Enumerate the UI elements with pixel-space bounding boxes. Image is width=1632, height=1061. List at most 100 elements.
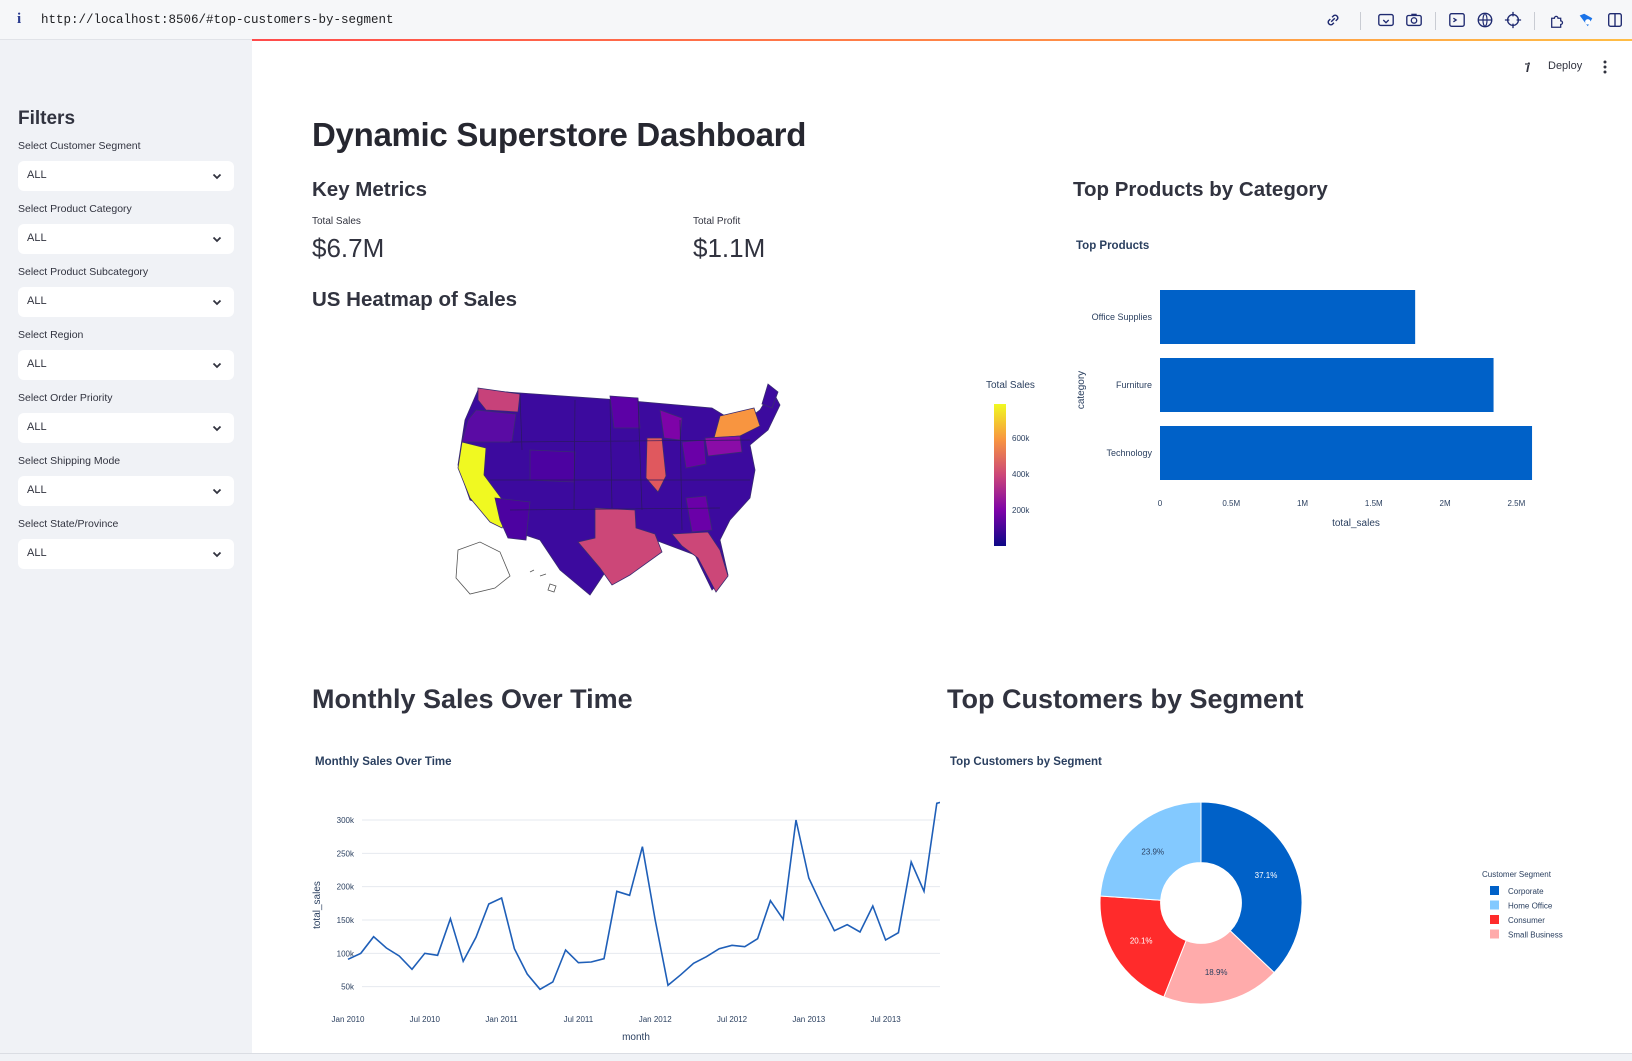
- filter-label: Select Product Category: [18, 203, 132, 215]
- x-tick-label: Jul 2012: [717, 1015, 748, 1024]
- y-tick-label: 200k: [337, 883, 355, 892]
- svg-text:i: i: [1526, 60, 1530, 75]
- sidebar-title: Filters: [18, 108, 76, 129]
- x-tick-label: Jan 2012: [639, 1015, 672, 1024]
- state-province-select[interactable]: ALL: [18, 539, 234, 569]
- bar[interactable]: [1160, 290, 1416, 344]
- crosshair-icon[interactable]: [1503, 10, 1523, 30]
- bar[interactable]: [1160, 426, 1533, 480]
- x-tick-label: Jul 2013: [870, 1015, 901, 1024]
- colorbar-tick: 200k: [1012, 506, 1030, 515]
- x-tick-label: Jan 2011: [485, 1015, 518, 1024]
- legend-label[interactable]: Small Business: [1508, 931, 1563, 940]
- bar-category-label: Furniture: [1116, 380, 1152, 390]
- browser-toolbar: [0, 10, 1632, 32]
- select-value: ALL: [27, 295, 47, 307]
- select-value: ALL: [27, 169, 47, 181]
- select-value: ALL: [27, 484, 47, 496]
- x-tick-label: 2.5M: [1507, 499, 1525, 508]
- product-category-select[interactable]: ALL: [18, 224, 234, 254]
- alaska-outline: [455, 541, 511, 595]
- window-bottom-edge: [0, 1053, 1632, 1061]
- us-heatmap-heading: US Heatmap of Sales: [312, 288, 518, 311]
- customer-segment-select[interactable]: ALL: [18, 161, 234, 191]
- select-value: ALL: [27, 232, 47, 244]
- filter-label: Select State/Province: [18, 518, 119, 530]
- shipping-mode-select[interactable]: ALL: [18, 476, 234, 506]
- colorbar-title: Total Sales: [986, 380, 1035, 391]
- legend-label[interactable]: Corporate: [1508, 887, 1544, 896]
- extension-icon[interactable]: [1548, 10, 1568, 30]
- globe-icon[interactable]: [1475, 10, 1495, 30]
- state-washington: [477, 387, 521, 413]
- top-customers-heading: Top Customers by Segment: [947, 684, 1304, 714]
- order-priority-select[interactable]: ALL: [18, 413, 234, 443]
- state-ohio: [681, 439, 707, 469]
- select-value: ALL: [27, 358, 47, 370]
- page-title: Dynamic Superstore Dashboard: [312, 116, 807, 153]
- x-axis-label: month: [622, 1032, 650, 1043]
- chevron-down-icon: [210, 169, 224, 183]
- chevron-down-icon: [210, 358, 224, 372]
- slice-label: 23.9%: [1141, 847, 1164, 856]
- active-extension-icon[interactable]: [1576, 10, 1596, 30]
- x-tick-label: 0.5M: [1222, 499, 1240, 508]
- x-tick-label: 1M: [1297, 499, 1308, 508]
- sidebar-toggle-icon[interactable]: [1605, 10, 1625, 30]
- y-axis-label: category: [1076, 371, 1087, 409]
- help-icon[interactable]: i: [1521, 58, 1537, 76]
- slice-label: 37.1%: [1255, 871, 1278, 880]
- filter-label: Select Shipping Mode: [18, 455, 121, 467]
- filter-product-category: Select Product Category ALL: [18, 203, 234, 254]
- terminal-icon[interactable]: [1447, 10, 1467, 30]
- chevron-down-icon: [210, 547, 224, 561]
- camera-icon[interactable]: [1404, 10, 1424, 30]
- state-colorado: [529, 449, 576, 483]
- y-tick-label: 50k: [341, 983, 355, 992]
- total-profit-label: Total Profit: [693, 216, 741, 227]
- y-tick-label: 150k: [337, 916, 355, 925]
- legend-title: Customer Segment: [1482, 870, 1552, 879]
- line-chart-title: Monthly Sales Over Time: [315, 756, 452, 768]
- filter-label: Select Order Priority: [18, 392, 113, 404]
- chevron-down-icon: [210, 232, 224, 246]
- filter-label: Select Customer Segment: [18, 140, 141, 152]
- sales-line[interactable]: [347, 800, 940, 991]
- legend-swatch[interactable]: [1490, 929, 1499, 939]
- legend-swatch[interactable]: [1490, 900, 1499, 910]
- state-minnesota: [609, 395, 641, 429]
- customer-segment-legend: Customer Segment Corporate Home Office Cons…: [1482, 870, 1563, 940]
- top-customers-donut-chart[interactable]: 37.1% 18.9% 20.1% 23.9%: [1090, 798, 1320, 1028]
- total-profit-value: $1.1M: [693, 233, 766, 263]
- legend-label[interactable]: Home Office: [1508, 902, 1553, 911]
- main-menu-icon[interactable]: [1598, 58, 1612, 76]
- top-products-heading: Top Products by Category: [1073, 178, 1328, 201]
- app-top-decoration: [252, 39, 1632, 41]
- monthly-sales-line-chart[interactable]: 50k100k150k200k250k300kJan 2010 Jul 2010 J…: [300, 800, 940, 1050]
- legend-swatch[interactable]: [1490, 915, 1499, 924]
- filter-label: Select Product Subcategory: [18, 266, 149, 278]
- deploy-button[interactable]: Deploy: [1548, 60, 1582, 72]
- total-sales-value: $6.7M: [312, 233, 385, 263]
- x-tick-label: 1.5M: [1365, 499, 1383, 508]
- y-axis-label: total_sales: [312, 881, 323, 929]
- monthly-sales-heading: Monthly Sales Over Time: [312, 684, 633, 714]
- legend-swatch[interactable]: [1490, 886, 1499, 895]
- us-sales-map[interactable]: [450, 380, 820, 600]
- product-subcategory-select[interactable]: ALL: [18, 287, 234, 317]
- hawaii-outline: [529, 569, 557, 593]
- screenshot-region-icon[interactable]: [1376, 10, 1396, 30]
- chevron-down-icon: [210, 421, 224, 435]
- y-tick-label: 250k: [337, 849, 355, 858]
- bar[interactable]: [1160, 358, 1494, 412]
- legend-label[interactable]: Consumer: [1508, 916, 1545, 925]
- region-select[interactable]: ALL: [18, 350, 234, 380]
- key-metrics-heading: Key Metrics: [312, 178, 428, 201]
- link-icon[interactable]: [1323, 10, 1343, 30]
- filter-order-priority: Select Order Priority ALL: [18, 392, 234, 443]
- top-products-bar-chart[interactable]: Office Supplies Furniture Technology 0 0.5M 1…: [1070, 270, 1570, 540]
- chevron-down-icon: [210, 295, 224, 309]
- x-tick-label: 2M: [1440, 499, 1451, 508]
- x-tick-label: Jul 2011: [564, 1015, 594, 1024]
- x-tick-label: Jan 2010: [332, 1015, 365, 1024]
